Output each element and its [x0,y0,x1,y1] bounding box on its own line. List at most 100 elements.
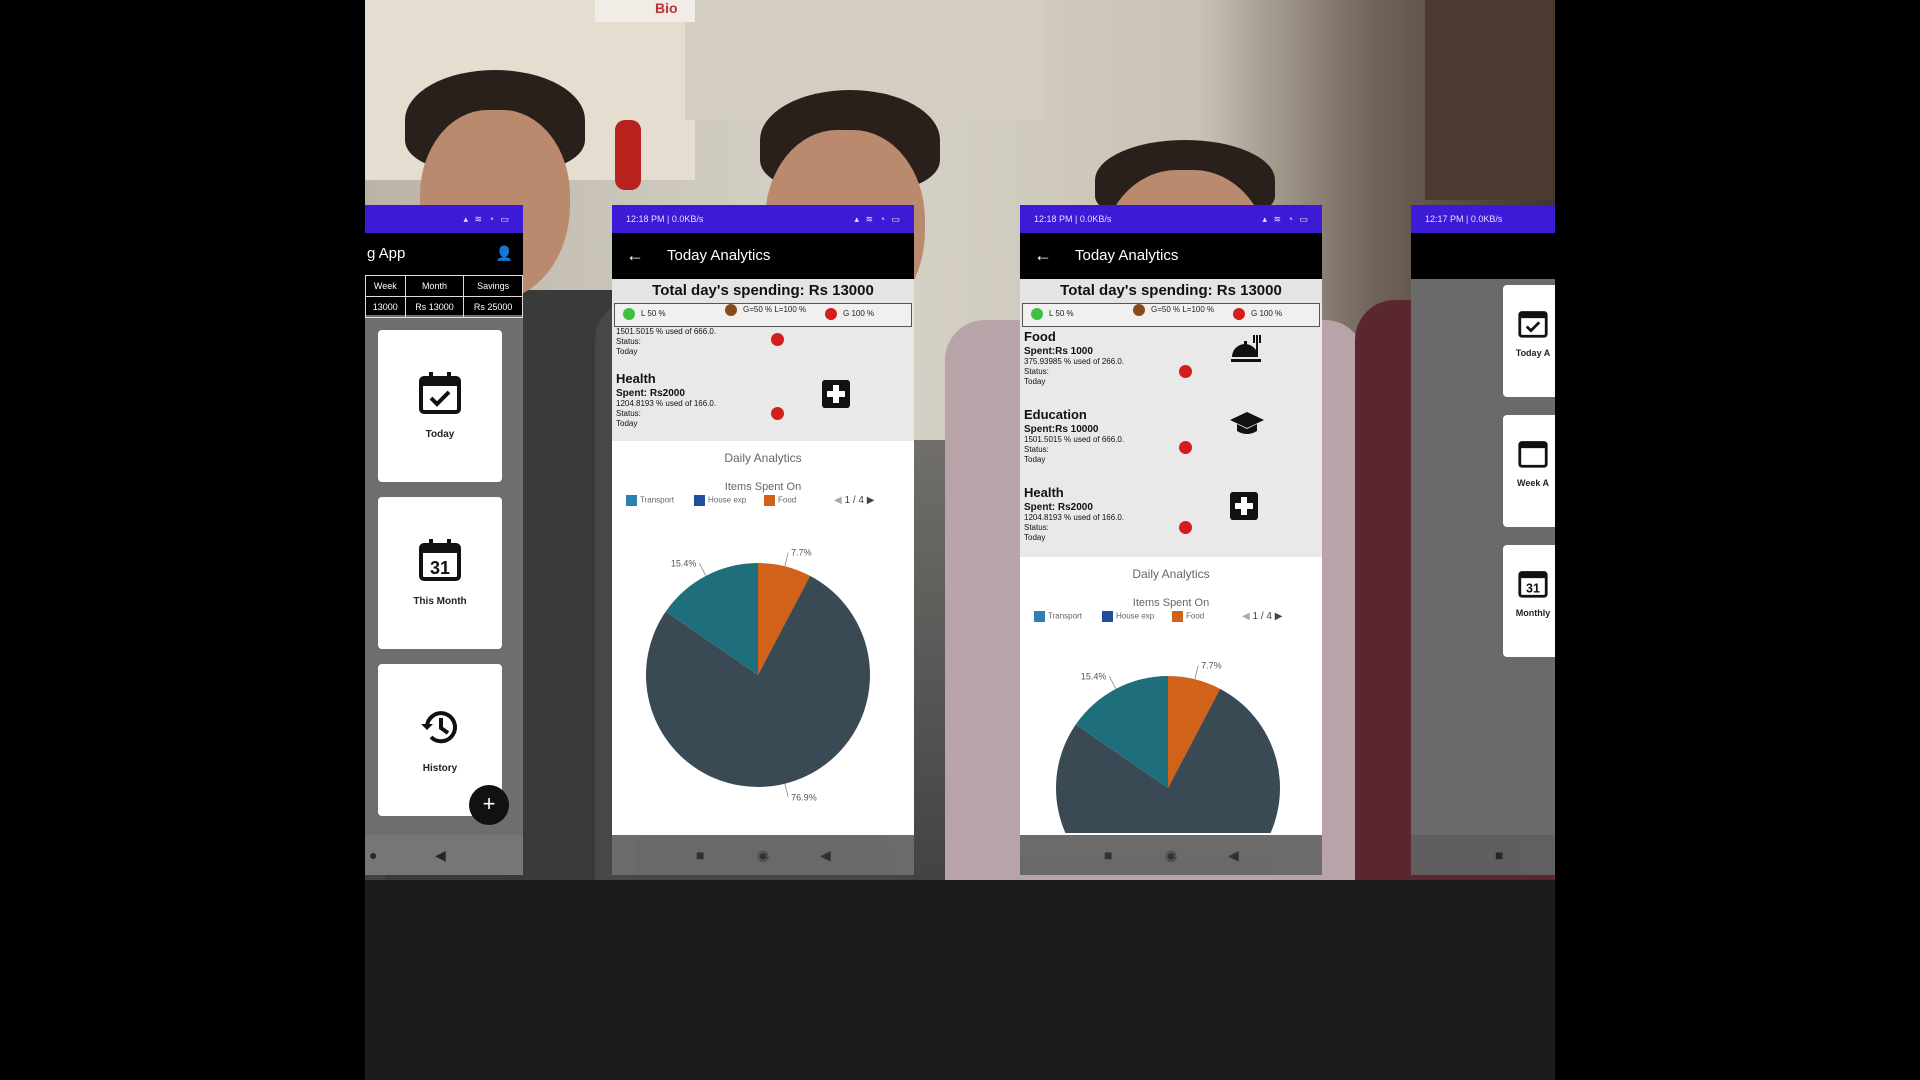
legend-pager: ◀ 1 / 4 ▶ [1242,611,1282,622]
pie-data-label: 76.9% [791,792,817,802]
calendar-31-icon: 31 [1503,567,1555,608]
pager-text: 1 / 4 [844,495,864,506]
app-bar: ← Today Analytics [612,233,914,279]
legend-text: G 100 % [843,309,875,319]
calendar-check-icon [378,370,502,427]
status-label: Status: [616,409,641,418]
pie-data-label: 15.4% [671,558,697,568]
summary-header: Month [404,275,465,297]
category-spent: Spent:Rs 1000 [1024,346,1093,357]
week-analytics-card[interactable]: Week A [1503,415,1555,527]
back-arrow-icon[interactable]: ← [1034,245,1052,266]
pager-prev-icon[interactable]: ◀ [834,495,842,506]
card-label: Monthly [1515,608,1551,618]
summary-header: Savings [463,275,523,297]
today-card[interactable]: Today [378,330,502,482]
red-dot [1233,308,1245,320]
app-bar: ← Today Analytics [1020,233,1322,279]
status-dot [1179,521,1192,534]
pager-next-icon[interactable]: ▶ [1275,611,1283,622]
daily-analytics-title: Daily Analytics [1132,567,1210,581]
legend-house-exp: House exp [694,495,746,506]
cabinet [1425,0,1555,200]
category-spent: Spent: Rs2000 [616,388,685,399]
pie-data-label: 7.7% [1201,661,1222,671]
legend-item-mid: G=50 % L=100 % [725,304,806,316]
add-button[interactable]: + [469,785,509,825]
pie-data-label: 7.7% [791,548,812,558]
phone-home-screen-right: 12:17 PM | 0.0KB/s Today A Week A 31 Mon… [1411,205,1555,875]
plus-icon [821,379,851,416]
status-label: Status: [1024,445,1049,454]
pager-text: 1 / 4 [1252,611,1272,622]
today-analytics-card[interactable]: Today A [1503,285,1555,397]
category-name: Health [616,371,656,386]
home-icon[interactable]: ● [369,847,377,863]
house-exp-swatch [694,495,705,506]
category-food: Food Spent:Rs 1000 375.93985 % used of 2… [1024,329,1318,387]
legend-food: Food [1172,611,1204,622]
legend-item-high: G 100 % [1233,308,1282,320]
pie-label-leader [784,552,789,567]
items-spent-title: Items Spent On [724,481,802,493]
pager-next-icon[interactable]: ▶ [867,495,875,506]
summary-header: Week [365,275,406,297]
back-icon[interactable]: ◀ [435,847,446,863]
app-bar [1411,233,1555,279]
legend-pager: ◀ 1 / 4 ▶ [834,495,874,506]
category-percent: 375.93985 % used of 266.0. [1024,357,1125,366]
legend-transport: Transport [626,495,674,506]
category-partial: 1501.5015 % used of 666.0. Status: Today [616,327,910,357]
back-icon[interactable]: ◀ [820,847,831,863]
pie-chart: 7.7% 76.9% 15.4% [646,548,870,802]
calendar-31-icon: 31 [378,537,502,594]
status-label: Status: [1024,523,1049,532]
green-dot [623,308,635,320]
this-month-card[interactable]: 31 This Month [378,497,502,649]
food-swatch [1172,611,1183,622]
person-icon[interactable]: 👤 [496,245,513,262]
legend-label: Food [1186,611,1205,621]
status-value: Today [616,347,638,356]
fire-extinguisher [615,120,641,190]
summary-table: Week Month Savings 13000 Rs 13000 Rs 250… [365,275,523,318]
home-icon[interactable]: ◉ [1165,847,1177,863]
status-time: 12:18 PM | 0.0KB/s [626,214,704,224]
legend-text: L 50 % [1049,309,1074,319]
legend-house-exp: House exp [1102,611,1154,622]
back-icon[interactable]: ◀ [1228,847,1239,863]
svg-text:31: 31 [430,558,450,578]
recents-icon[interactable]: ■ [1495,847,1503,863]
daily-analytics-panel: Daily Analytics Items Spent On Transport… [1020,557,1322,857]
status-time: 12:17 PM | 0.0KB/s [1425,214,1503,224]
food-swatch [764,495,775,506]
legend-item-low: L 50 % [1031,308,1074,320]
status-bar: 12:18 PM | 0.0KB/s ▴ ≋ ◔ ▭ [612,205,914,233]
status-dot [1179,441,1192,454]
status-time: 12:18 PM | 0.0KB/s [1034,214,1112,224]
pager-prev-icon[interactable]: ◀ [1242,611,1250,622]
transport-swatch [1034,611,1045,622]
nav-bar: ■ [1411,835,1555,875]
transport-swatch [626,495,637,506]
category-health: Health Spent: Rs2000 1204.8193 % used of… [1024,485,1318,543]
status-icons: ▴ ≋ ◔ ▭ [854,214,902,224]
category-percent: 1204.8193 % used of 166.0. [1024,513,1125,522]
food-icon [1229,333,1265,374]
home-icon[interactable]: ◉ [757,847,769,863]
plus-icon [1229,491,1259,528]
pie-label-leader [784,783,789,798]
status-value: Today [1024,455,1046,464]
pie-data-label: 15.4% [1081,671,1107,681]
recents-icon[interactable]: ■ [1104,847,1112,863]
category-health: Health Spent: Rs2000 1204.8193 % used of… [616,371,910,429]
daily-analytics-panel: Daily Analytics Items Spent On Transport… [612,441,914,841]
nav-bar: ■ ◉ ◀ [612,835,914,875]
back-arrow-icon[interactable]: ← [626,245,644,266]
legend-item-mid: G=50 % L=100 % [1133,304,1214,316]
legend-text: L 50 % [641,309,666,319]
card-label: History [422,763,458,774]
monthly-analytics-card[interactable]: 31 Monthly [1503,545,1555,657]
background-photo: Bio [365,0,1555,1080]
recents-icon[interactable]: ■ [696,847,704,863]
